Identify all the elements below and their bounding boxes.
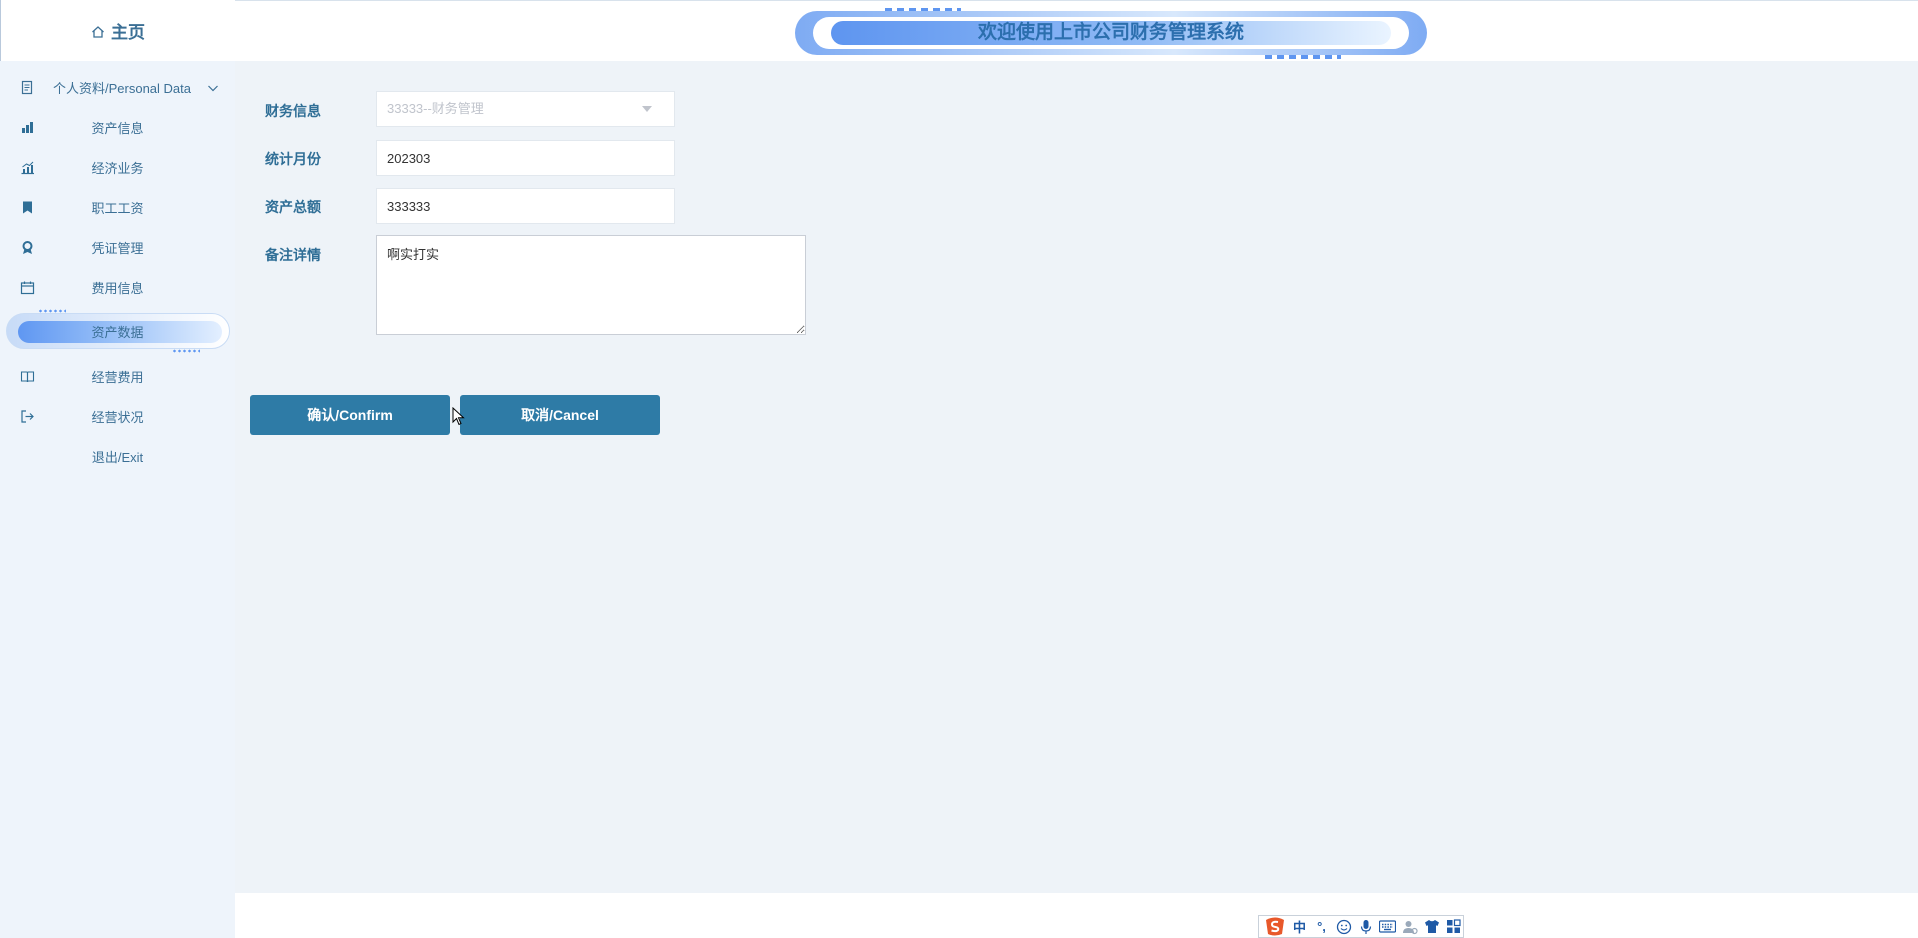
main-content: 财务信息 33333--财务管理 统计月份 资产总额 备注详情 啊实打实 确认/… <box>235 61 1918 893</box>
sidebar-item-label: 退出/Exit <box>91 449 144 465</box>
header: 欢迎使用上市公司财务管理系统 <box>235 0 1918 61</box>
sidebar-item-label: 资产数据 <box>91 325 144 340</box>
user-settings-icon[interactable] <box>1400 917 1419 936</box>
sidebar-item-personal-data[interactable]: 个人资料/Personal Data <box>0 67 235 107</box>
sidebar-item-operating-expense[interactable]: 经营费用 <box>0 356 235 396</box>
home-icon <box>91 24 105 38</box>
month-input[interactable] <box>376 140 675 176</box>
cancel-button[interactable]: 取消/Cancel <box>460 395 660 435</box>
home-label: 主页 <box>111 23 145 42</box>
sidebar-item-salary[interactable]: 职工工资 <box>0 187 235 227</box>
decoration-dots <box>172 349 200 353</box>
mouse-cursor-icon <box>452 406 466 427</box>
total-assets-label: 资产总额 <box>265 199 321 215</box>
sidebar-item-expense-info[interactable]: 费用信息 <box>0 267 235 307</box>
decoration-dots <box>1265 55 1341 59</box>
keyboard-icon[interactable] <box>1378 917 1397 936</box>
document-icon <box>20 80 35 95</box>
sidebar-item-label: 经营状况 <box>91 409 144 425</box>
page-title: 欢迎使用上市公司财务管理系统 <box>977 22 1244 43</box>
caret-down-icon <box>642 106 652 112</box>
microphone-icon[interactable] <box>1356 917 1375 936</box>
sidebar-item-asset-info[interactable]: 资产信息 <box>0 107 235 147</box>
sidebar-item-label: 职工工资 <box>91 200 144 216</box>
title-banner: 欢迎使用上市公司财务管理系统 <box>795 7 1427 59</box>
sidebar: 主页 个人资料/Personal Data 资产信息 经济业务 职工工资 凭证管… <box>0 0 235 938</box>
sidebar-item-label: 费用信息 <box>91 280 144 296</box>
total-assets-input[interactable] <box>376 188 675 224</box>
sidebar-home[interactable]: 主页 <box>0 0 235 61</box>
skin-shirt-icon[interactable] <box>1422 917 1441 936</box>
sidebar-item-label: 个人资料/Personal Data <box>53 80 191 96</box>
finance-info-value: 33333--财务管理 <box>387 101 484 116</box>
month-label: 统计月份 <box>265 151 321 167</box>
chevron-down-icon <box>207 82 219 94</box>
ime-logo-icon[interactable] <box>1263 916 1287 937</box>
sidebar-item-economic-business[interactable]: 经济业务 <box>0 147 235 187</box>
finance-info-select[interactable]: 33333--财务管理 <box>376 91 675 127</box>
toolbox-grid-icon[interactable] <box>1444 917 1463 936</box>
finance-info-label: 财务信息 <box>265 103 321 119</box>
sidebar-item-asset-data[interactable]: 资产数据 <box>0 309 235 354</box>
notes-label: 备注详情 <box>265 247 321 263</box>
sidebar-item-operating-status[interactable]: 经营状况 <box>0 396 235 436</box>
footer <box>235 893 1918 938</box>
sidebar-item-label: 经济业务 <box>91 160 144 176</box>
sidebar-item-label: 经营费用 <box>91 369 144 385</box>
sidebar-item-label: 凭证管理 <box>91 240 144 256</box>
confirm-button[interactable]: 确认/Confirm <box>250 395 450 435</box>
sidebar-item-voucher[interactable]: 凭证管理 <box>0 227 235 267</box>
notes-textarea[interactable]: 啊实打实 <box>376 235 806 335</box>
ime-mode-toggle[interactable]: 中 <box>1290 917 1309 936</box>
sidebar-item-label: 资产信息 <box>91 120 144 136</box>
ime-punctuation-toggle[interactable]: °, <box>1312 917 1331 936</box>
emoji-icon[interactable] <box>1334 917 1353 936</box>
ime-toolbar: 中 °, <box>1258 915 1464 938</box>
sidebar-item-exit[interactable]: 退出/Exit <box>0 436 235 476</box>
